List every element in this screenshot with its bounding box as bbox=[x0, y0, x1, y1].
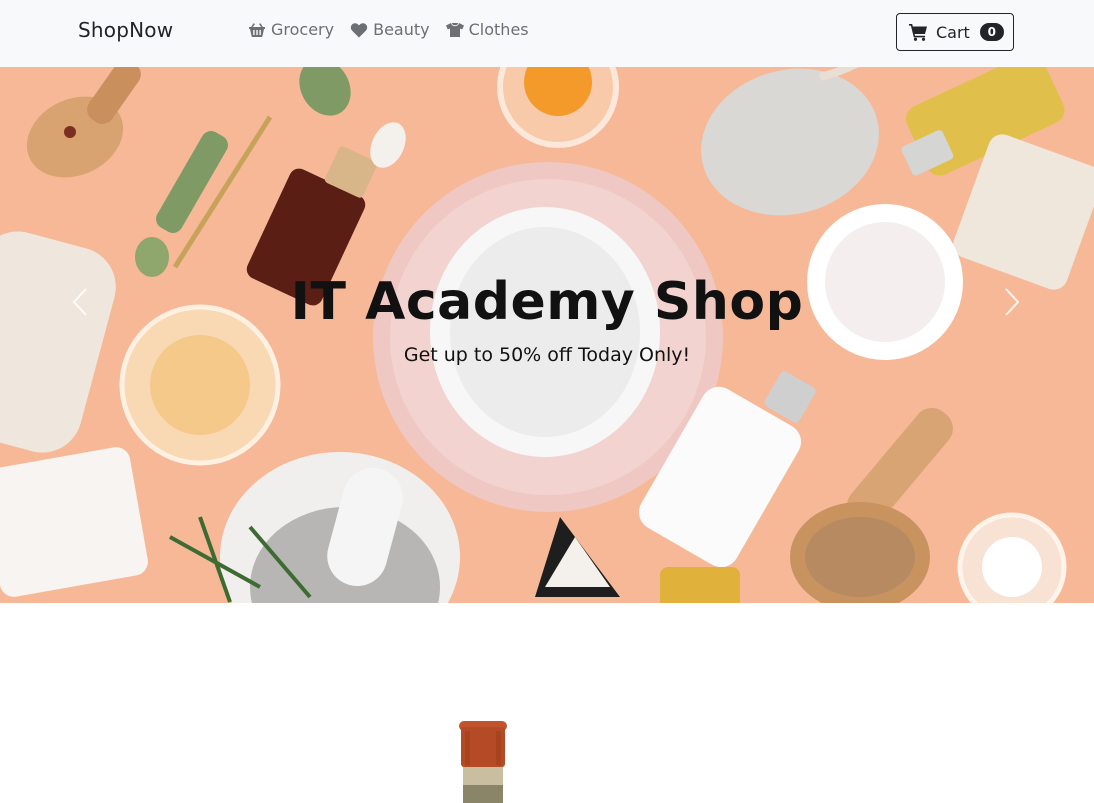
nav-link-grocery[interactable]: Grocery bbox=[248, 20, 334, 39]
tshirt-icon bbox=[445, 22, 464, 37]
hero-title: IT Academy Shop bbox=[290, 272, 804, 332]
hero-carousel: IT Academy Shop Get up to 50% off Today … bbox=[0, 67, 1094, 603]
nav-link-label: Beauty bbox=[373, 20, 430, 39]
brand-logo-link[interactable]: ShopNow bbox=[78, 18, 173, 42]
cart-icon bbox=[909, 23, 927, 41]
heart-icon bbox=[350, 22, 368, 37]
carousel-caption: IT Academy Shop Get up to 50% off Today … bbox=[0, 272, 1094, 366]
nav-link-beauty[interactable]: Beauty bbox=[350, 20, 430, 39]
nav-link-label: Clothes bbox=[468, 20, 529, 39]
hero-subtitle: Get up to 50% off Today Only! bbox=[403, 344, 691, 366]
nav-link-label: Grocery bbox=[271, 20, 335, 39]
cart-button[interactable]: Cart 0 bbox=[896, 13, 1014, 51]
product-section bbox=[0, 603, 1094, 803]
cart-label: Cart bbox=[936, 22, 970, 42]
product-bottle-image[interactable] bbox=[455, 721, 511, 803]
navbar: ShopNow Grocery Beauty Clothes Cart 0 bbox=[0, 0, 1094, 67]
basket-icon bbox=[249, 22, 265, 37]
nav-links: Grocery Beauty Clothes bbox=[248, 20, 529, 39]
nav-link-clothes[interactable]: Clothes bbox=[445, 20, 529, 39]
cart-count-badge: 0 bbox=[979, 23, 1004, 41]
